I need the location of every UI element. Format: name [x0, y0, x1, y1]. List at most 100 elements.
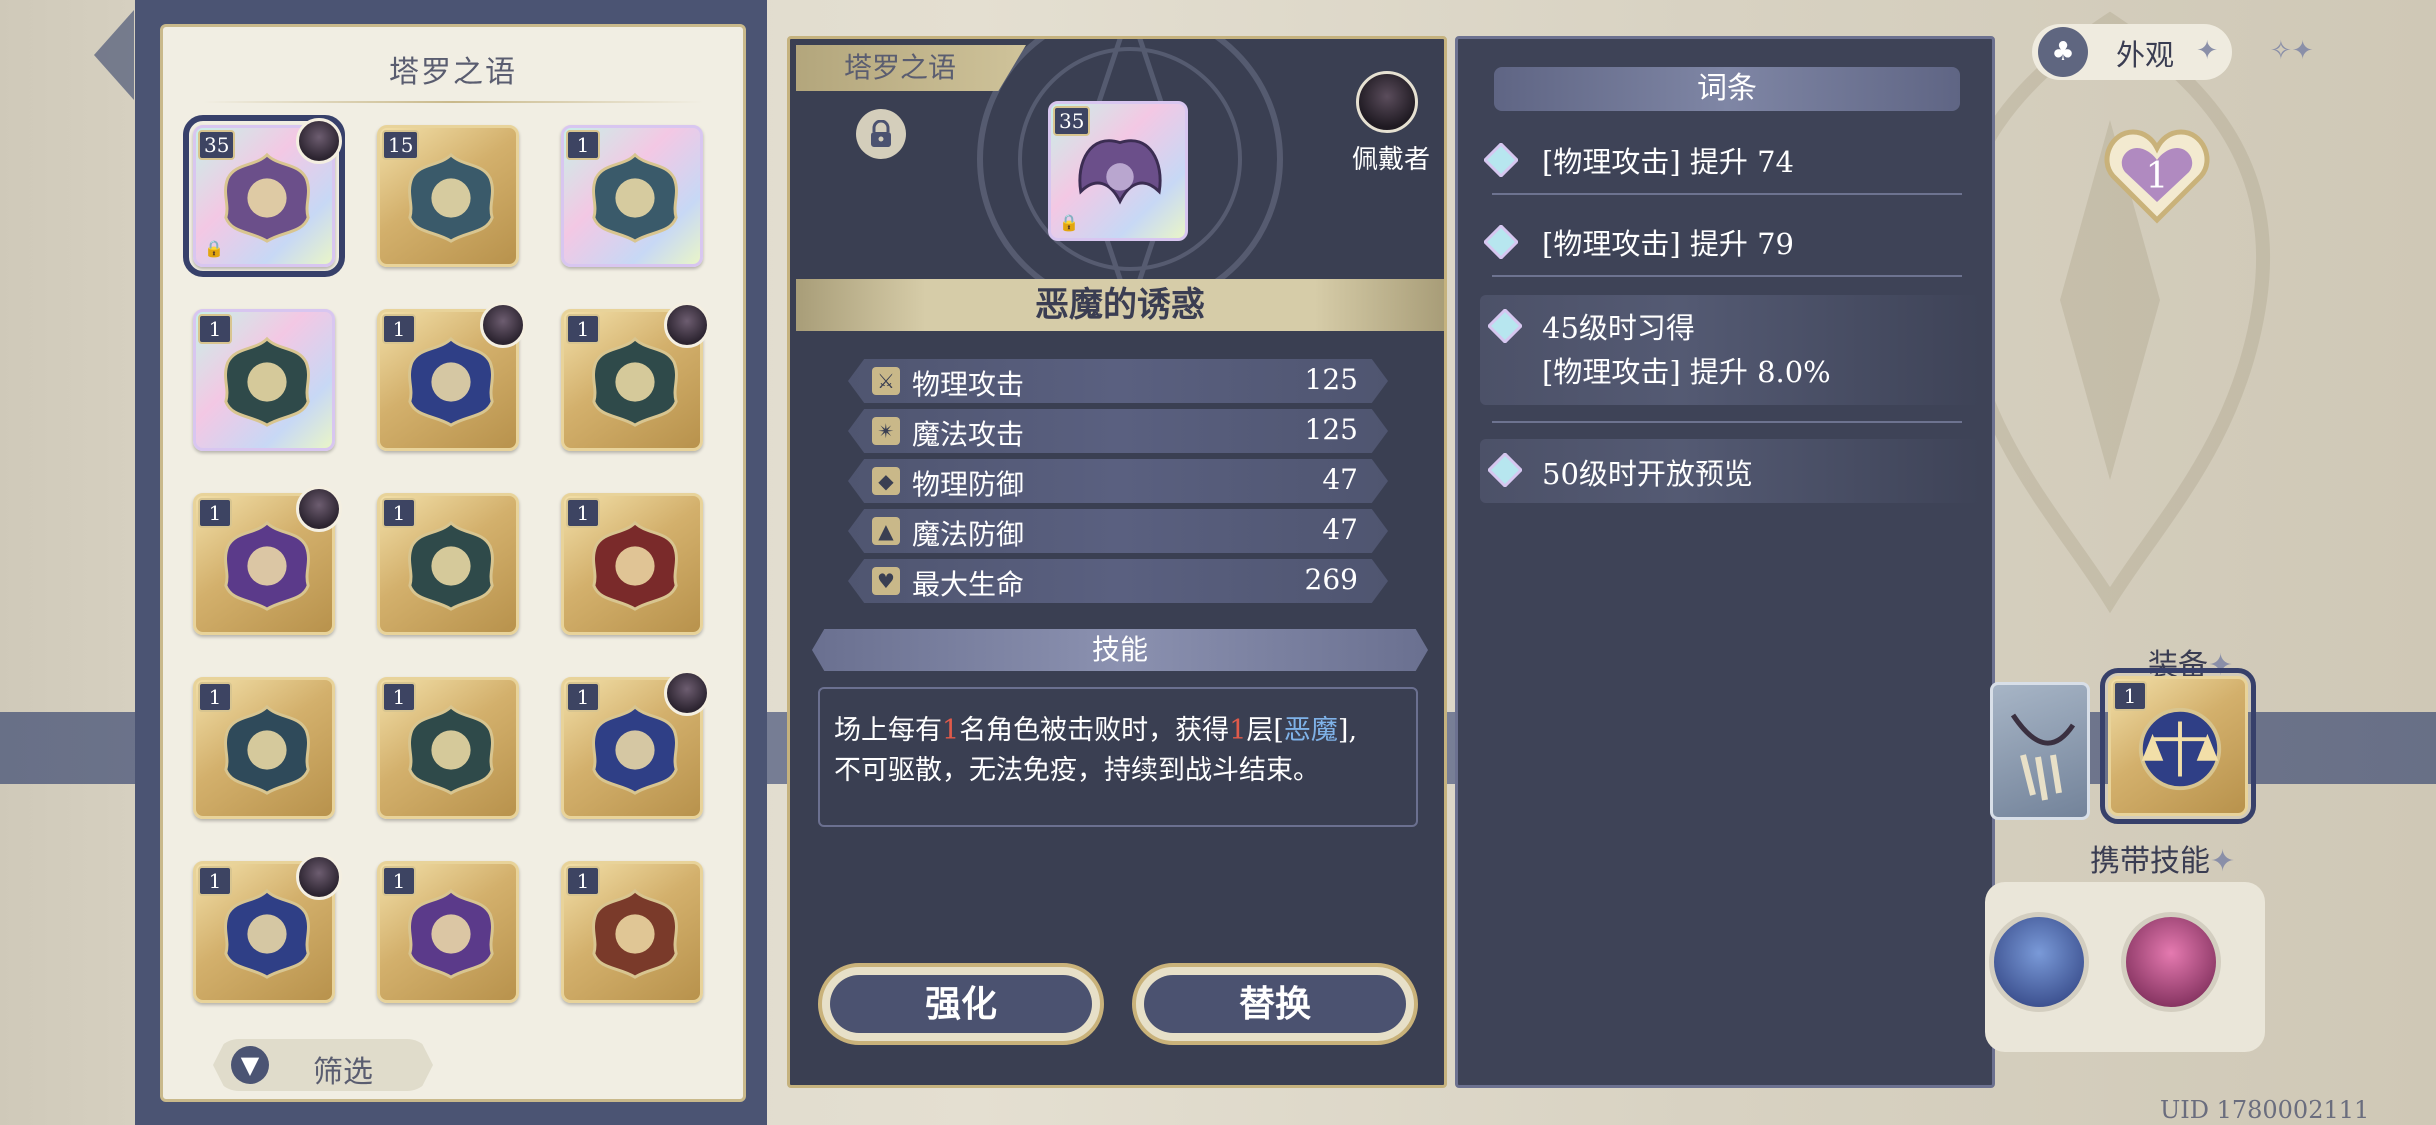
affix-unlock-45: 45级时习得 [物理攻击] 提升 8.0%: [1480, 295, 1980, 405]
wearer-avatar-small: [296, 118, 342, 164]
equip-slot-weapon[interactable]: [1990, 682, 2090, 820]
sword-icon: [592, 152, 678, 243]
skill-number: 1: [942, 715, 960, 746]
wheel-icon: [224, 704, 310, 795]
tarot-card[interactable]: 1: [561, 125, 703, 267]
affix-unlock-45-title: 45级时习得: [1542, 311, 1695, 345]
card-level-badge: 1: [198, 866, 232, 896]
scales-icon: [592, 704, 678, 795]
card-level-badge: 15: [382, 130, 420, 160]
tarot-card[interactable]: 1: [193, 486, 342, 635]
small-lock-icon: 🔒: [1059, 213, 1079, 232]
affix-divider: [1492, 275, 1962, 277]
card-level-badge: 1: [566, 314, 600, 344]
wearer-avatar-small: [480, 302, 526, 348]
card-level-badge: 1: [566, 498, 600, 528]
wearer-avatar-small: [296, 854, 342, 900]
scales-icon: [2138, 707, 2222, 791]
item-name: 恶魔的诱惑: [1035, 285, 1205, 325]
card-level-badge: 1: [566, 866, 600, 896]
sparkle-icon: ✧✦: [2270, 36, 2314, 66]
tarot-card[interactable]: 1: [193, 309, 335, 451]
affix-divider: [1492, 421, 1962, 423]
diamond-icon: [1488, 309, 1522, 343]
uid-label: UID 1780002111: [2160, 1096, 2370, 1124]
tarot-card[interactable]: 1: [193, 854, 342, 1003]
skill-keyword-link[interactable]: 恶魔: [1284, 715, 1338, 746]
tarot-card[interactable]: 1: [377, 493, 519, 635]
wearer-avatar-small: [296, 486, 342, 532]
skill-dancer-icon[interactable]: [2121, 912, 2221, 1012]
demon-wing-icon: [1078, 139, 1162, 205]
skill-description: 场上每有1名角色被击败时，获得1层[恶魔], 不可驱散，无法免疫，持续到战斗结束…: [818, 687, 1418, 827]
skill-silhouette-icon[interactable]: [1989, 912, 2089, 1012]
affix-text: [物理攻击] 提升 74: [1542, 145, 1794, 179]
skill-number: 1: [1229, 715, 1247, 746]
equip-slot-tarot[interactable]: 1: [2100, 668, 2256, 824]
affix-unlock-45-text: [物理攻击] 提升 8.0%: [1542, 355, 1831, 389]
card-level-badge: 1: [382, 314, 416, 344]
scroll-icon: [224, 888, 310, 979]
affix-text: [物理攻击] 提升 79: [1542, 227, 1794, 261]
stat-value: 125: [1304, 363, 1358, 396]
item-detail-panel: 塔罗之语 35 🔒 佩戴者 恶魔的诱惑 ⚔ 物理攻击 125 ✴ 魔法攻击 125 ◆ 物理防…: [787, 36, 1447, 1088]
skill-header: 技能: [812, 629, 1428, 671]
filter-funnel-icon: ▼: [231, 1046, 269, 1084]
wizard-hat-icon: ▲: [872, 517, 900, 545]
tarot-card[interactable]: 1: [377, 302, 526, 451]
card-level-badge: 1: [566, 130, 600, 160]
tarot-card[interactable]: 35 🔒: [183, 115, 345, 277]
skill-text-part: 场上每有: [834, 715, 942, 746]
replace-button[interactable]: 替换: [1132, 963, 1418, 1045]
appearance-button[interactable]: ♣ 外观 ✦: [2032, 24, 2232, 80]
moon-star-icon: [224, 520, 310, 611]
heart-badge-icon[interactable]: 1: [2103, 120, 2211, 230]
inventory-panel: 塔罗之语 35 🔒 15 1 1 1 1 1 1 1 1 1 1 1 1 1 ▼ 筛选: [160, 24, 746, 1102]
tarot-card[interactable]: 1: [377, 677, 519, 819]
wreath-icon: [224, 336, 310, 427]
demon-wing-icon: [224, 152, 310, 243]
lock-button[interactable]: [856, 109, 906, 159]
heart-icon: ♥: [872, 567, 900, 595]
affix-row: [物理攻击] 提升 79: [1478, 211, 1978, 271]
wearer-label: 佩戴者: [1351, 145, 1430, 175]
affix-panel: 词条 [物理攻击] 提升 74 [物理攻击] 提升 79 45级时习得 [物理攻…: [1455, 36, 1995, 1088]
skill-text-part: 名角色被击败时，获得: [959, 715, 1230, 746]
shield-icon: ◆: [872, 467, 900, 495]
heart-level: 1: [2146, 156, 2169, 197]
card-level-badge: 35: [198, 130, 236, 160]
card-level-badge: 1: [382, 866, 416, 896]
tarot-card[interactable]: 15: [377, 125, 519, 267]
wearer-avatar[interactable]: [1356, 71, 1418, 133]
stat-label: 物理攻击: [912, 368, 1025, 401]
replace-label: 替换: [1144, 975, 1406, 1033]
shirt-icon: ♣: [2038, 27, 2088, 77]
stat-value: 47: [1322, 463, 1358, 496]
enhance-button[interactable]: 强化: [818, 963, 1104, 1045]
sparkle-icon: ✦: [2196, 36, 2218, 66]
tarot-card[interactable]: 1: [377, 861, 519, 1003]
selected-item-card: 35 🔒: [1048, 101, 1188, 241]
moon-star-icon: [408, 888, 494, 979]
crown-icon: [592, 520, 678, 611]
sword-icon: ⚔: [872, 367, 900, 395]
stat-row: ◆ 物理防御 47: [848, 459, 1388, 503]
tarot-card[interactable]: 1: [193, 677, 335, 819]
small-lock-icon: 🔒: [204, 239, 224, 258]
tarot-card[interactable]: 1: [561, 302, 710, 451]
item-name-bar: 恶魔的诱惑: [796, 279, 1444, 331]
stat-value: 125: [1304, 413, 1358, 446]
tarot-card[interactable]: 1: [561, 861, 703, 1003]
skill-text-part: 层[: [1246, 715, 1284, 746]
tarot-card[interactable]: 1: [561, 493, 703, 635]
stat-row: ♥ 最大生命 269: [848, 559, 1388, 603]
appearance-label: 外观: [2116, 38, 2175, 72]
card-level-badge: 1: [382, 498, 416, 528]
tarot-card[interactable]: 1: [561, 670, 710, 819]
filter-button[interactable]: ▼ 筛选: [213, 1039, 433, 1091]
wearer-avatar-small: [664, 302, 710, 348]
stat-row: ▲ 魔法防御 47: [848, 509, 1388, 553]
affix-unlock-50[interactable]: 50级时开放预览: [1480, 439, 1980, 503]
wearer-avatar-small: [664, 670, 710, 716]
claw-weapon-icon: [2010, 713, 2076, 801]
